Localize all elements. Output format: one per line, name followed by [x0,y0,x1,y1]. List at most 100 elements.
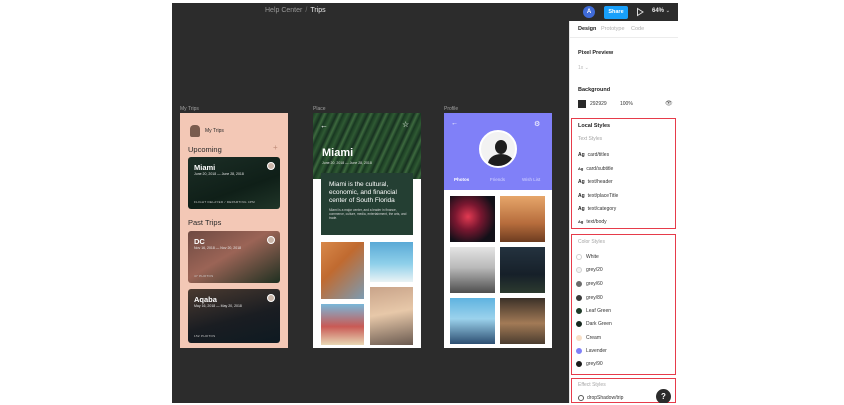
color-style-name: Leaf Green [586,308,612,314]
photo-sand[interactable] [500,196,545,242]
color-style-item[interactable]: Dark Green [576,321,612,329]
place-tagline: Miami is the cultural, economic, and fin… [329,181,397,204]
breadcrumb-separator: / [305,7,308,14]
eye-icon[interactable]: 👁 [665,100,673,107]
frame-title: My Trips [205,128,224,134]
frame-label-profile[interactable]: Profile [444,106,458,112]
text-style-name: text/header [587,179,613,185]
tab-friends[interactable]: Friends [490,177,505,182]
photo-neon[interactable] [450,196,495,242]
color-style-item[interactable]: grey/20 [576,267,603,275]
frame-label-my-trips[interactable]: My Trips [180,106,199,112]
trip-card-city: Miami [194,163,216,172]
traveler-avatar [267,162,275,170]
photo-temple[interactable] [450,247,495,293]
frame-my-trips[interactable]: My Trips Upcoming + Miami June 20, 2018 … [180,113,288,348]
text-style-name: card/titles [587,152,610,158]
user-avatar[interactable]: A [583,6,595,18]
help-button[interactable]: ? [656,389,671,403]
color-style-item[interactable]: grey/80 [576,295,603,303]
play-icon[interactable] [635,7,645,17]
text-style-item[interactable]: Ag text/placeTitle [578,193,618,199]
color-style-name: Dark Green [586,321,612,327]
text-style-item[interactable]: Ag card/titles [578,152,609,158]
color-style-item[interactable]: Cream [576,335,601,343]
color-swatch [576,295,582,301]
color-swatch [576,281,582,287]
canvas[interactable]: My Trips My Trips Upcoming + Miami June … [172,21,569,403]
text-style-item[interactable]: Ag text/header [578,179,613,185]
color-swatch [576,254,582,260]
frame-profile[interactable]: ← ⚙ Photos Friends Wish List [444,113,552,348]
tab-photos[interactable]: Photos [454,177,469,182]
upcoming-heading: Upcoming [188,145,222,154]
color-style-name: Lavender [586,348,607,354]
trip-card-dates: June 20, 2018 — June 28, 2018 [194,172,244,176]
trip-card-meta: FLIGHT DELAYED / DEPARTING 4PM [194,200,255,204]
effect-style-name: dropShadow/trip [587,395,624,401]
text-style-item[interactable]: Ag text/body [578,219,607,225]
back-arrow-icon[interactable]: ← [451,120,458,127]
trip-card-miami[interactable]: Miami June 20, 2018 — June 28, 2018 FLIG… [188,157,280,209]
photo-mountains[interactable] [500,247,545,293]
color-style-name: grey/20 [586,267,603,273]
tab-wish-list[interactable]: Wish List [522,177,540,182]
photo-ruins[interactable] [500,298,545,344]
trip-card-city: DC [194,237,205,246]
profile-photo [479,130,517,168]
color-style-item[interactable]: Leaf Green [576,308,611,316]
tab-prototype[interactable]: Prototype [601,26,625,32]
pixel-preview-select[interactable]: 1x ⌄ [578,65,589,71]
back-arrow-icon[interactable]: ← [320,121,328,130]
breadcrumb-current[interactable]: Trips [310,7,325,14]
plus-icon[interactable]: + [273,143,278,152]
traveler-avatar [267,236,275,244]
photo-person[interactable] [370,287,413,345]
trip-card-city: Aqaba [194,295,217,304]
text-style-name: card/subtitle [586,166,614,172]
color-style-item[interactable]: grey/90 [576,361,603,369]
color-style-item[interactable]: Lavender [576,348,607,356]
color-swatch [576,321,582,327]
photo-pool[interactable] [370,242,413,282]
color-swatch [576,335,582,341]
tab-design[interactable]: Design [578,26,596,32]
text-style-glyph: Ag [578,193,585,199]
text-style-item[interactable]: Ag text/category [578,206,616,212]
trip-card-aqaba[interactable]: Aqaba May 16, 2018 — May 20, 2018 152 PH… [188,289,280,343]
color-style-item[interactable]: White [576,254,599,262]
color-style-name: grey/90 [586,361,603,367]
place-info-card: Miami is the cultural, economic, and fin… [321,173,413,235]
zoom-dropdown[interactable]: 64% ⌄ [652,8,670,14]
photo-building[interactable] [321,242,364,299]
background-opacity[interactable]: 100% [620,101,633,107]
local-styles-title: Local Styles [578,123,611,129]
frame-label-place[interactable]: Place [313,106,326,112]
color-style-name: Cream [586,335,602,341]
pixel-preview-value: 1x [578,65,584,71]
frame-place[interactable]: ← ☆ Miami June 20, 2018 — June 28, 2018 … [313,113,421,348]
color-style-item[interactable]: grey/60 [576,281,603,289]
photo-bridge[interactable] [450,298,495,344]
gear-icon[interactable]: ⚙ [534,120,540,128]
text-style-glyph: Ag [578,179,585,185]
trip-card-dc[interactable]: DC Nov 16, 2018 — Nov 20, 2018 47 PHOTOS [188,231,280,283]
past-trips-heading: Past Trips [188,218,222,227]
background-title: Background [578,87,611,93]
trip-card-dates: May 16, 2018 — May 20, 2018 [194,304,242,308]
photo-lifeguard-tower[interactable] [321,304,364,345]
text-style-item[interactable]: Ag card/subtitle [578,166,613,172]
text-style-glyph: Ag [578,166,584,171]
place-title: Miami [322,147,354,159]
star-icon[interactable]: ☆ [402,120,409,129]
tab-code[interactable]: Code [631,26,644,32]
effect-style-item[interactable]: dropShadow/trip [578,395,623,401]
drop-shadow-icon [578,395,584,401]
background-swatch[interactable] [578,100,586,108]
color-style-name: grey/80 [586,295,603,301]
breadcrumb-parent[interactable]: Help Center [265,7,302,14]
zoom-value: 64% [652,8,665,14]
share-button[interactable]: Share [604,6,628,19]
traveler-avatar [267,294,275,302]
background-hex[interactable]: 292929 [590,101,607,107]
